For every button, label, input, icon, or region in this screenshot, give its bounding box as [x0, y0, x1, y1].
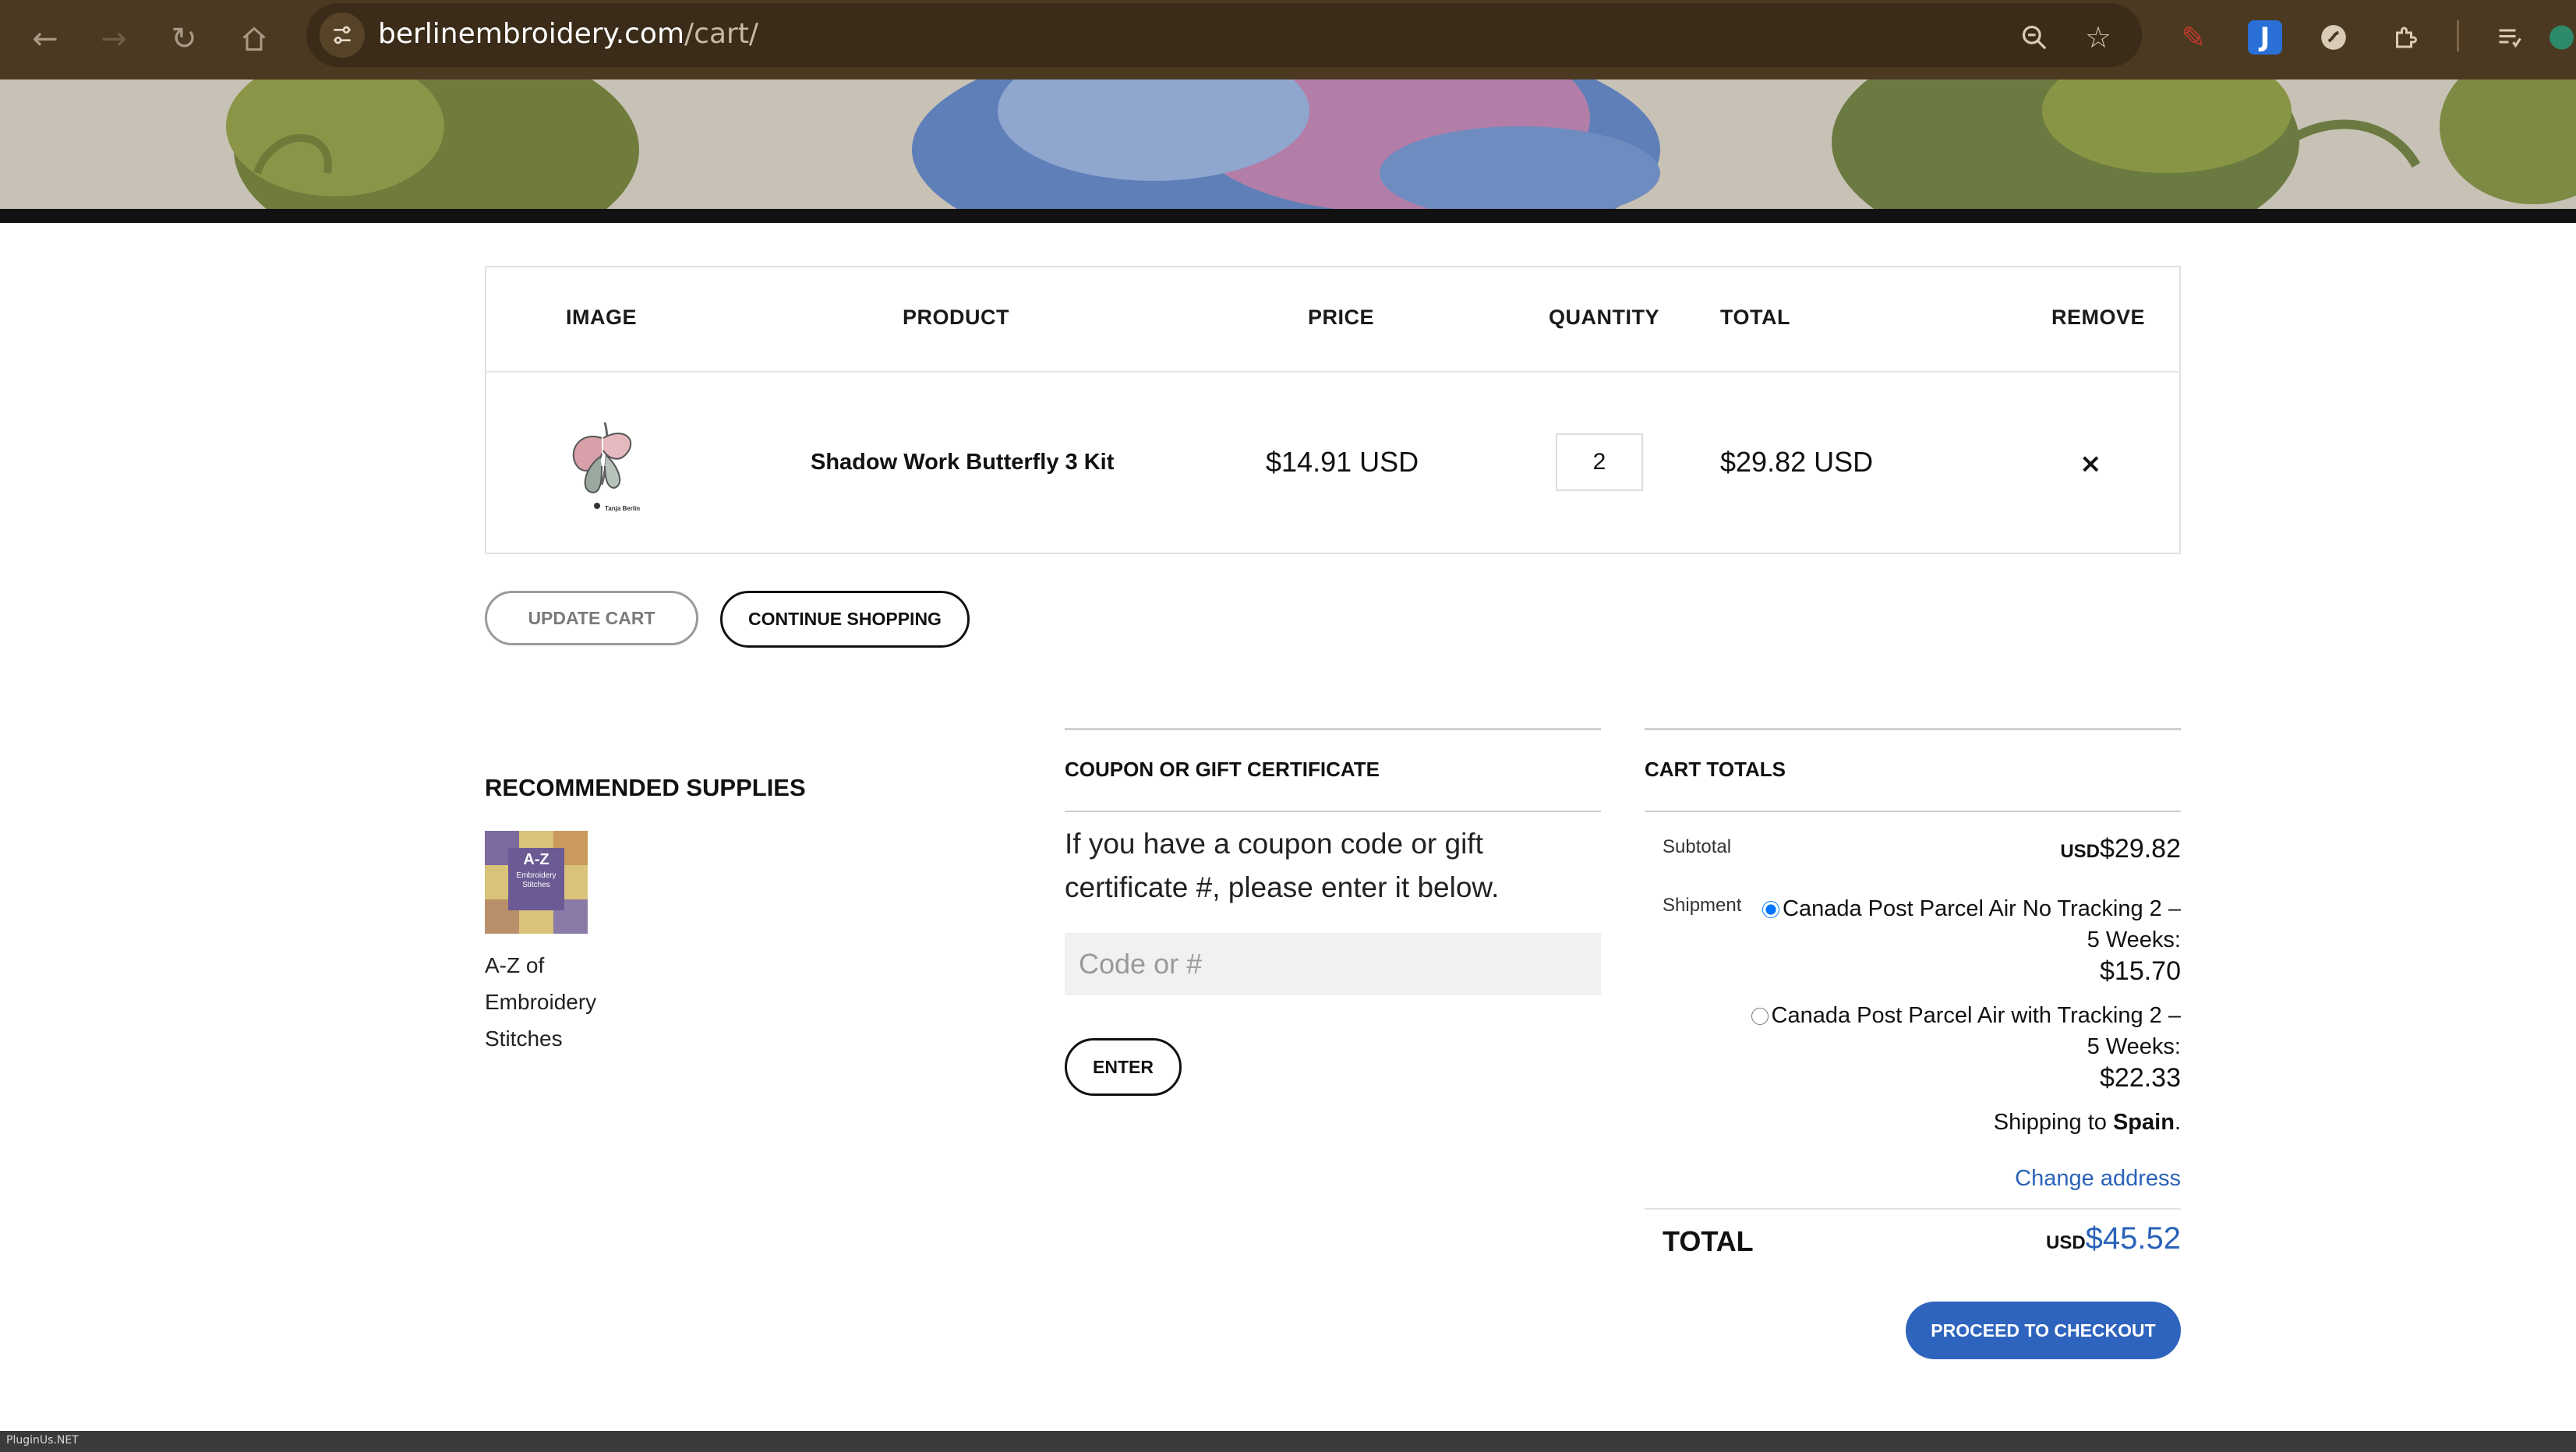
reading-list-icon[interactable] [2486, 14, 2533, 61]
shipping-radio-with-tracking[interactable] [1751, 1008, 1769, 1026]
shipping-option-label: Canada Post Parcel Air No Tracking 2 – 5… [1783, 896, 2181, 952]
shipping-option-amount: $22.33 [2100, 1063, 2181, 1093]
recommended-item-image[interactable]: A-Z Embroidery Stitches [485, 831, 588, 934]
status-bar-label: PluginUs.NET [6, 1434, 79, 1447]
profile-avatar-icon[interactable] [2547, 14, 2576, 61]
total-divider [1645, 1208, 2181, 1210]
subtotal-currency: USD [2060, 841, 2100, 862]
continue-shopping-button[interactable]: CONTINUE SHOPPING [720, 591, 970, 648]
shipping-to-suffix: . [2174, 1110, 2181, 1135]
coupon-enter-button[interactable]: ENTER [1065, 1038, 1182, 1096]
column-header-product: PRODUCT [903, 306, 1009, 329]
toolbar-divider [2457, 20, 2459, 51]
column-header-quantity: QUANTITY [1549, 306, 1659, 329]
shipping-destination: Shipping to Spain. [1994, 1110, 2181, 1136]
home-icon[interactable] [231, 16, 277, 62]
subtotal-value: USD$29.82 [2060, 834, 2181, 864]
reload-icon[interactable]: ↻ [161, 16, 207, 62]
product-thumbnail[interactable] [555, 407, 655, 516]
banner-divider [0, 209, 2576, 223]
total-currency: USD [2045, 1232, 2086, 1253]
s-extension-icon[interactable] [2310, 14, 2357, 61]
pen-extension-icon[interactable]: ✎ [2170, 14, 2217, 61]
column-header-remove: REMOVE [2051, 306, 2146, 329]
quantity-input[interactable] [1556, 433, 1643, 491]
totals-divider-top [1645, 728, 2181, 730]
column-header-total: TOTAL [1720, 306, 1790, 329]
totals-divider [1645, 811, 2181, 812]
forward-icon[interactable]: → [90, 16, 137, 62]
thumb-title: A-Z [523, 851, 549, 868]
shipping-option-label: Canada Post Parcel Air with Tracking 2 –… [1771, 1003, 2181, 1059]
shipping-option-no-tracking[interactable]: Canada Post Parcel Air No Tracking 2 – 5… [1744, 893, 2181, 988]
recommended-item-name[interactable]: A-Z of Embroidery Stitches [485, 947, 641, 1057]
line-total: $29.82 USD [1720, 446, 1874, 478]
product-name-link[interactable]: Shadow Work Butterfly 3 Kit [811, 450, 1114, 475]
update-cart-button[interactable]: UPDATE CART [485, 591, 698, 645]
recommended-supplies-title: RECOMMENDED SUPPLIES [485, 774, 806, 801]
url-domain: berlinembroidery.com [378, 18, 685, 50]
zoom-icon[interactable] [2011, 14, 2058, 61]
shipment-label: Shipment [1663, 895, 1742, 916]
back-icon[interactable]: ← [22, 16, 69, 62]
column-header-price: PRICE [1308, 306, 1375, 329]
status-bar [0, 1431, 2576, 1452]
url-text[interactable]: berlinembroidery.com/cart/ [378, 16, 758, 53]
thumb-subtitle: Embroidery Stitches [516, 871, 557, 889]
shipping-country: Spain [2112, 1110, 2175, 1135]
order-total-label: TOTAL [1663, 1225, 1754, 1257]
subtotal-amount: $29.82 [2100, 834, 2181, 864]
remove-item-icon[interactable]: × [2080, 448, 2102, 479]
column-header-image: IMAGE [566, 306, 638, 329]
subtotal-label: Subtotal [1663, 836, 1732, 857]
shipping-radio-no-tracking[interactable] [1762, 901, 1780, 919]
j-extension-icon[interactable]: J [2248, 20, 2282, 55]
proceed-to-checkout-button[interactable]: PROCEED TO CHECKOUT [1906, 1302, 2181, 1359]
shipping-option-amount: $15.70 [2100, 956, 2181, 986]
url-path: /cart/ [684, 18, 759, 50]
unit-price: $14.91 USD [1266, 446, 1419, 478]
coupon-instructions: If you have a coupon code or gift certif… [1065, 828, 1500, 903]
coupon-code-input[interactable] [1065, 933, 1601, 995]
extensions-puzzle-icon[interactable] [2382, 14, 2429, 61]
cart-totals-title: CART TOTALS [1645, 758, 1786, 781]
total-amount: $45.52 [2085, 1221, 2181, 1256]
order-total-value: USD$45.52 [2046, 1221, 2181, 1256]
change-address-link[interactable]: Change address [2015, 1166, 2181, 1192]
coupon-title: COUPON OR GIFT CERTIFICATE [1065, 758, 1380, 781]
site-info-icon[interactable] [320, 12, 365, 58]
table-header-divider [485, 371, 2181, 373]
thumbnail-caption: Tanja Berlin [605, 505, 641, 512]
shipping-to-prefix: Shipping to [1993, 1110, 2113, 1135]
bookmark-star-icon[interactable]: ☆ [2075, 14, 2122, 61]
coupon-divider-top [1065, 728, 1601, 730]
coupon-divider [1065, 811, 1601, 812]
shipping-option-with-tracking[interactable]: Canada Post Parcel Air with Tracking 2 –… [1744, 1000, 2181, 1095]
header-banner-image [0, 79, 2576, 209]
